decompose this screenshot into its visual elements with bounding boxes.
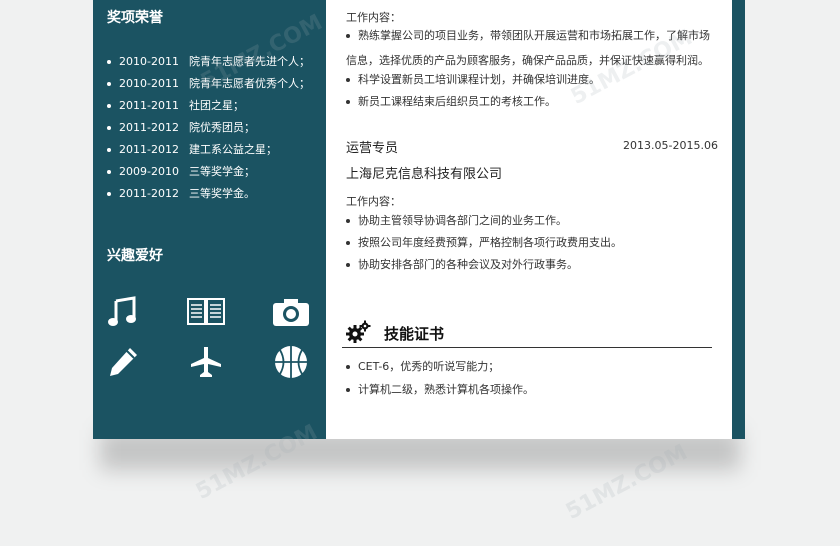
sidebar-right-edge <box>732 0 745 439</box>
skills-divider <box>342 347 712 348</box>
camera-icon <box>271 294 311 330</box>
skill-bullet: CET-6，优秀的听说写能力； <box>346 356 499 378</box>
award-item: 2011-2012 建工系公益之星； <box>107 142 277 158</box>
airplane-icon <box>186 344 226 380</box>
job2-company: 上海尼克信息科技有限公司 <box>346 167 503 182</box>
job2-bullet: 协助主管领导协调各部门之间的业务工作。 <box>346 210 567 232</box>
basketball-icon <box>271 344 311 380</box>
awards-title: 奖项荣誉 <box>107 10 163 26</box>
book-icon <box>186 294 226 330</box>
job1-bullet: 新员工课程结束后组织员工的考核工作。 <box>346 91 556 113</box>
main-content: 工作内容： 熟练掌握公司的项目业务，带领团队开展运营和市场拓展工作，了解市场 信… <box>326 0 732 439</box>
award-item: 2011-2012 院优秀团员； <box>107 120 255 136</box>
job2-title: 运营专员 <box>346 141 399 156</box>
award-item: 2011-2012 三等奖学金。 <box>107 186 255 202</box>
skill-bullet: 计算机二级，熟悉计算机各项操作。 <box>346 379 534 401</box>
award-item: 2009-2010 三等奖学金； <box>107 164 255 180</box>
job1-content-label: 工作内容： <box>346 11 401 24</box>
job2-date: 2013.05-2015.06 <box>623 139 718 152</box>
job2-bullet: 协助安排各部门的各种会议及对外行政事务。 <box>346 254 578 276</box>
pencil-icon <box>103 344 143 380</box>
skills-title: 技能证书 <box>384 325 445 343</box>
job2-bullet: 按照公司年度经费预算，严格控制各项行政费用支出。 <box>346 232 622 254</box>
music-icon <box>103 294 143 330</box>
hobbies-title: 兴趣爱好 <box>107 248 163 264</box>
award-item: 2011-2011 社团之星； <box>107 98 244 114</box>
job1-bullet: 科学设置新员工培训课程计划，并确保培训进度。 <box>346 69 600 91</box>
gear-icon <box>346 320 372 348</box>
job2-content-label: 工作内容： <box>346 195 401 208</box>
